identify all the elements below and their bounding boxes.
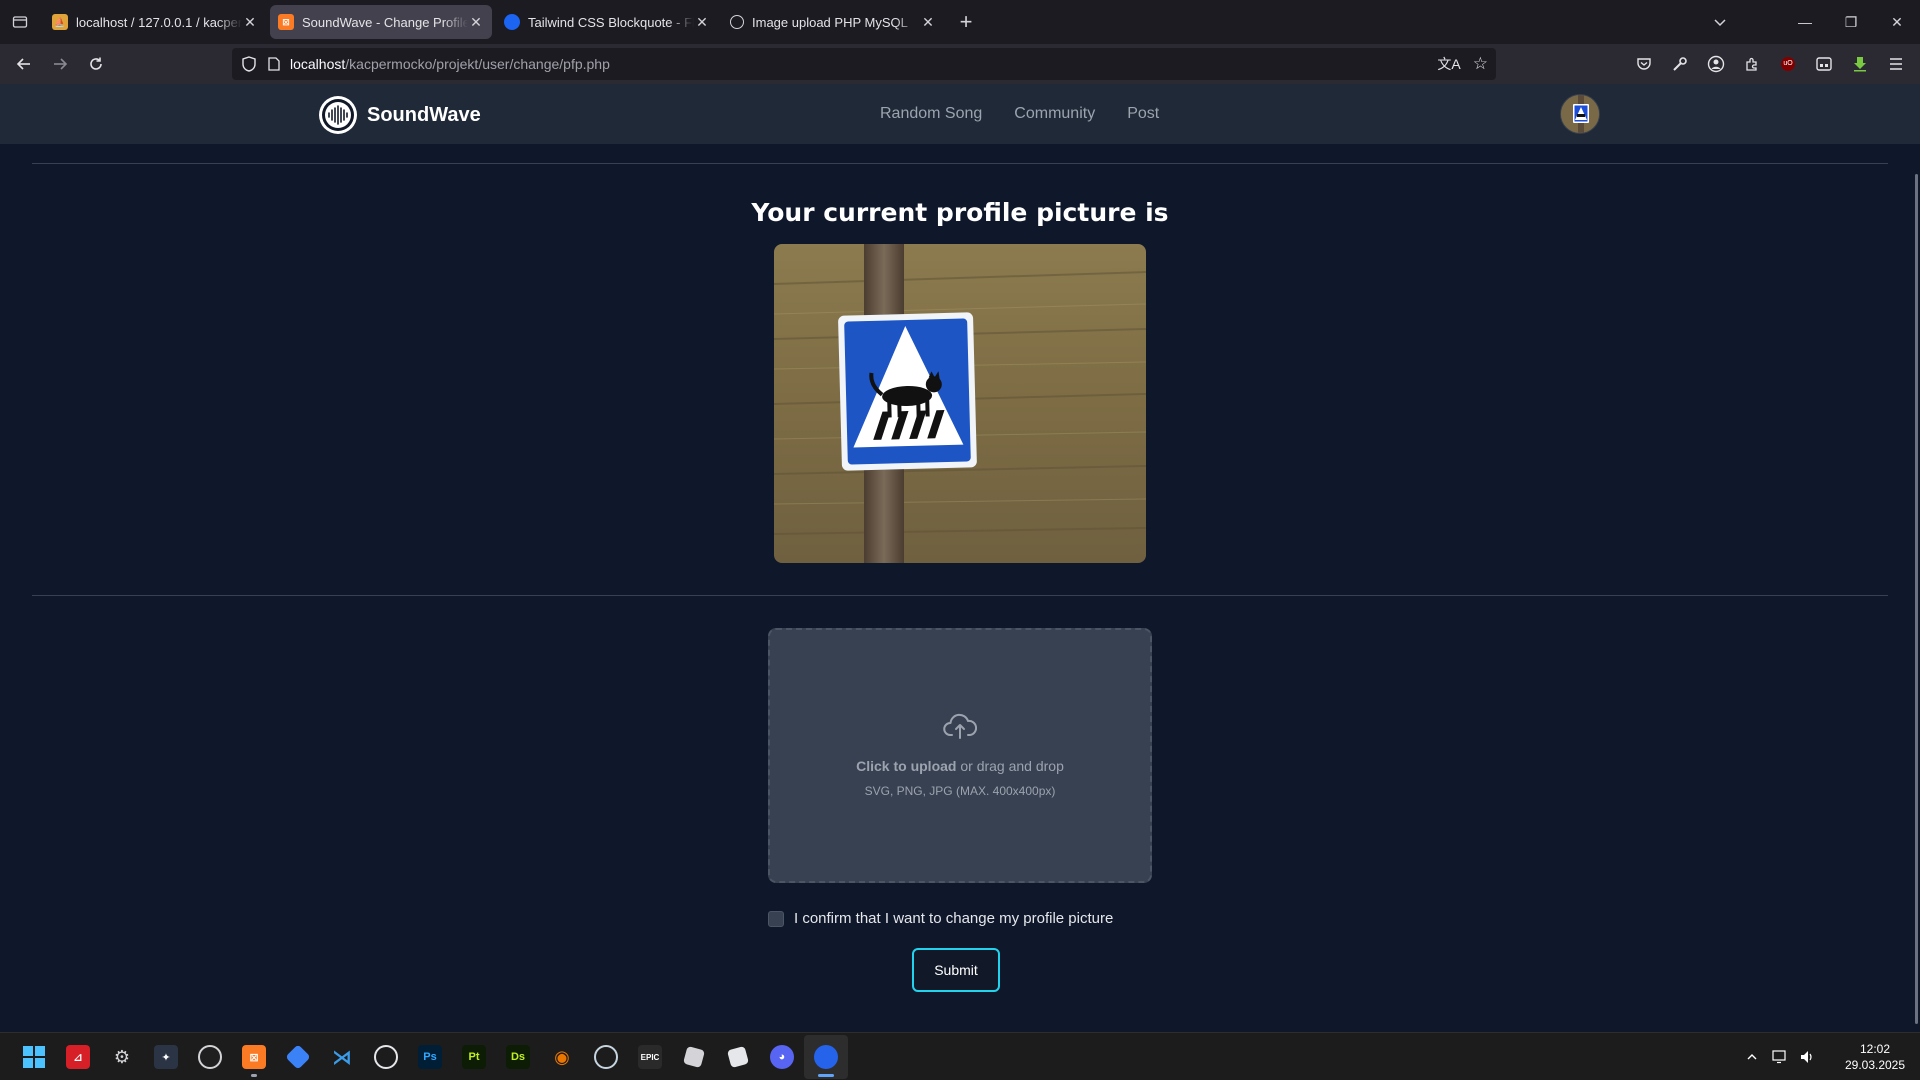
- upload-strong-text: Click to upload: [856, 758, 957, 774]
- browser-tab-flowbite[interactable]: Tailwind CSS Blockquote - Flowb ✕: [496, 5, 718, 39]
- clock-time: 12:02: [1859, 1042, 1891, 1056]
- restore-icon[interactable]: ❐: [1828, 0, 1874, 44]
- brand-link[interactable]: SoundWave: [319, 96, 481, 134]
- chevron-up-icon[interactable]: [1740, 1033, 1764, 1080]
- tab-title: SoundWave - Change Profile Pi: [302, 14, 468, 30]
- clock-date: 29.03.2025: [1844, 1058, 1906, 1072]
- close-tab-icon[interactable]: ✕: [694, 14, 710, 31]
- translate-icon[interactable]: 文A: [1437, 54, 1460, 74]
- tab-title: Image upload PHP MySQL: [752, 14, 908, 30]
- browser-extensions: uO: [1626, 48, 1914, 80]
- tab-overview-icon[interactable]: [0, 0, 40, 44]
- browser-tab-image-upload[interactable]: Image upload PHP MySQL ✕: [722, 5, 944, 39]
- new-tab-icon[interactable]: +: [950, 6, 982, 38]
- github-desktop-icon[interactable]: [364, 1035, 408, 1079]
- wrench-icon[interactable]: [1662, 48, 1698, 80]
- forward-icon[interactable]: [42, 48, 78, 80]
- photoshop-icon[interactable]: Ps: [408, 1035, 452, 1079]
- blender-launcher-icon[interactable]: [276, 1035, 320, 1079]
- flowbite-icon: [504, 14, 520, 30]
- confirm-checkbox[interactable]: [768, 910, 784, 927]
- page-heading: Your current profile picture is: [751, 198, 1169, 227]
- davinci-resolve-icon[interactable]: ✦: [144, 1035, 188, 1079]
- upload-instruction: Click to upload or drag and drop: [856, 758, 1064, 774]
- pocket-icon[interactable]: [1626, 48, 1662, 80]
- close-tab-icon[interactable]: ✕: [242, 14, 258, 31]
- account-icon[interactable]: [1698, 48, 1734, 80]
- page-content: SoundWave Random Song Community Post You…: [0, 84, 1920, 1032]
- current-profile-picture: [774, 244, 1146, 563]
- url-host: localhost: [290, 56, 346, 72]
- file-dropzone[interactable]: Click to upload or drag and drop SVG, PN…: [768, 628, 1152, 883]
- xampp-icon: ⊠: [278, 14, 294, 30]
- roblox-studio-icon[interactable]: [716, 1035, 760, 1079]
- upload-rest-text: or drag and drop: [956, 758, 1064, 774]
- xampp-icon[interactable]: ⊠: [232, 1035, 276, 1079]
- cloud-upload-icon: [943, 713, 978, 744]
- soundwave-logo-icon: [319, 96, 357, 134]
- tab-title: Tailwind CSS Blockquote - Flowb: [528, 14, 694, 30]
- brand-name: SoundWave: [367, 103, 481, 126]
- nav-random-song[interactable]: Random Song: [880, 105, 982, 123]
- menu-hamburger-icon[interactable]: [1878, 48, 1914, 80]
- window-controls: — ❐ ✕: [1782, 0, 1920, 44]
- submit-button[interactable]: Submit: [912, 948, 1000, 992]
- picture-in-picture-icon[interactable]: [1806, 48, 1842, 80]
- back-icon[interactable]: [6, 48, 42, 80]
- confirm-row: I confirm that I want to change my profi…: [768, 910, 1113, 927]
- epic-games-icon[interactable]: EPIC: [628, 1035, 672, 1079]
- steam-icon[interactable]: [584, 1035, 628, 1079]
- amd-icon[interactable]: ⊿: [56, 1035, 100, 1079]
- cheat-engine-icon[interactable]: ⚙: [100, 1035, 144, 1079]
- reload-icon[interactable]: [78, 48, 114, 80]
- painter-icon[interactable]: Pt: [452, 1035, 496, 1079]
- designer-icon[interactable]: Ds: [496, 1035, 540, 1079]
- browser-tab-phpmyadmin[interactable]: ⛵ localhost / 127.0.0.1 / kacperm ✕: [44, 5, 266, 39]
- taskbar-apps: ⊿ ⚙ ✦ ⊠ ⋊ Ps Pt Ds ◉ EPIC ◕: [12, 1033, 848, 1080]
- network-icon[interactable]: [1768, 1033, 1792, 1080]
- browser-tab-bar: ⛵ localhost / 127.0.0.1 / kacperm ✕ ⊠ So…: [0, 0, 1920, 44]
- extensions-icon[interactable]: [1734, 48, 1770, 80]
- upload-hint: SVG, PNG, JPG (MAX. 400x400px): [864, 784, 1056, 798]
- vscode-icon[interactable]: ⋊: [320, 1035, 364, 1079]
- tab-title: localhost / 127.0.0.1 / kacperm: [76, 14, 242, 30]
- globe-icon: [730, 15, 744, 29]
- windows-start-icon[interactable]: [12, 1035, 56, 1079]
- url-path: /kacpermocko/projekt/user/change/pfp.php: [345, 56, 610, 72]
- browser-tab-soundwave[interactable]: ⊠ SoundWave - Change Profile Pi ✕: [270, 5, 492, 39]
- minimize-icon[interactable]: —: [1782, 0, 1828, 44]
- discord-icon[interactable]: ◕: [760, 1035, 804, 1079]
- page-scrollbar[interactable]: [1915, 174, 1918, 1024]
- tracking-protection-icon[interactable]: [242, 56, 256, 72]
- divider-middle: [32, 595, 1888, 596]
- site-header: SoundWave Random Song Community Post: [0, 84, 1920, 144]
- close-window-icon[interactable]: ✕: [1874, 0, 1920, 44]
- volume-icon[interactable]: [1796, 1033, 1820, 1080]
- nav-community[interactable]: Community: [1014, 105, 1095, 123]
- confirm-label[interactable]: I confirm that I want to change my profi…: [794, 910, 1113, 927]
- windows-taskbar: ⊿ ⚙ ✦ ⊠ ⋊ Ps Pt Ds ◉ EPIC ◕ 12:02 29.03.…: [0, 1032, 1920, 1080]
- download-icon[interactable]: [1842, 48, 1878, 80]
- bookmark-star-icon[interactable]: ☆: [1473, 54, 1488, 74]
- user-avatar[interactable]: [1560, 94, 1600, 134]
- main-nav: Random Song Community Post: [880, 84, 1159, 144]
- obs-icon[interactable]: [188, 1035, 232, 1079]
- list-all-tabs-icon[interactable]: [1700, 0, 1740, 44]
- page-info-icon[interactable]: [268, 57, 280, 71]
- close-tab-icon[interactable]: ✕: [920, 14, 936, 31]
- ublock-origin-icon[interactable]: uO: [1770, 48, 1806, 80]
- system-tray: 12:02 29.03.2025: [1738, 1033, 1920, 1080]
- phpmyadmin-icon: ⛵: [52, 14, 68, 30]
- divider-top: [32, 163, 1888, 164]
- url-bar[interactable]: localhost/kacpermocko/projekt/user/chang…: [232, 48, 1496, 80]
- close-tab-icon[interactable]: ✕: [468, 14, 484, 31]
- browser-toolbar: localhost/kacpermocko/projekt/user/chang…: [0, 44, 1920, 84]
- nav-post[interactable]: Post: [1127, 105, 1159, 123]
- firefox-icon[interactable]: [804, 1035, 848, 1079]
- blender-icon[interactable]: ◉: [540, 1035, 584, 1079]
- roblox-icon[interactable]: [672, 1035, 716, 1079]
- clock[interactable]: 12:02 29.03.2025: [1830, 1041, 1920, 1073]
